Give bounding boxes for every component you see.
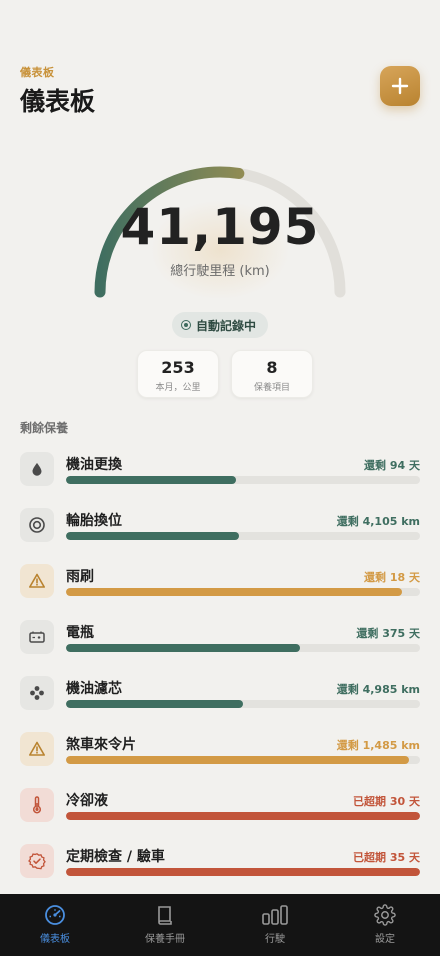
maintenance-name: 電瓶	[66, 625, 94, 641]
tab-trips[interactable]: 行駛	[220, 894, 330, 956]
maintenance-progress-track	[66, 700, 420, 708]
gear-icon	[374, 904, 396, 926]
maintenance-progress-track	[66, 476, 420, 484]
maintenance-name: 冷卻液	[66, 793, 108, 809]
tab-manual[interactable]: 保養手冊	[110, 894, 220, 956]
badge-check-icon	[20, 844, 54, 878]
page-header: 儀表板 儀表板	[20, 64, 420, 116]
odometer-label: 總行駛里程 (km)	[170, 264, 270, 279]
maintenance-remaining: 已超期 30 天	[353, 795, 420, 808]
stat-value: 8	[266, 358, 278, 377]
maintenance-remaining: 還剩 375 天	[356, 627, 420, 640]
maintenance-name: 機油濾芯	[66, 681, 122, 697]
maintenance-progress-track	[66, 756, 420, 764]
stat-monthly-km: 253 本月，公里	[137, 350, 219, 398]
maintenance-progress-fill	[66, 588, 403, 596]
tab-settings[interactable]: 設定	[330, 894, 440, 956]
thermometer-icon	[20, 788, 54, 822]
maintenance-progress-track	[66, 588, 420, 596]
odometer-gauge: 41,195 總行駛里程 (km)	[0, 150, 440, 310]
maintenance-row[interactable]: 機油更換 還剩 94 天	[20, 452, 420, 492]
maintenance-name: 定期檢查 / 驗車	[66, 849, 165, 865]
page-title: 儀表板	[20, 87, 96, 116]
odometer-value: 41,195	[120, 198, 320, 256]
maintenance-name: 煞車來令片	[66, 737, 136, 753]
maintenance-progress-track	[66, 868, 420, 876]
speedometer-icon	[45, 905, 65, 925]
maintenance-remaining: 已超期 35 天	[353, 851, 420, 864]
section-title: 剩餘保養	[20, 421, 69, 435]
maintenance-progress-track	[66, 644, 420, 652]
maintenance-remaining: 還剩 1,485 km	[336, 739, 420, 752]
tab-label: 儀表板	[40, 934, 70, 945]
stat-label: 本月，公里	[155, 383, 201, 393]
maintenance-name: 機油更換	[66, 457, 122, 473]
book-icon	[158, 906, 172, 925]
maintenance-progress-fill	[66, 476, 236, 484]
maintenance-remaining: 還剩 4,105 km	[336, 515, 420, 528]
maintenance-remaining: 還剩 18 天	[364, 571, 420, 584]
maintenance-row[interactable]: 煞車來令片 還剩 1,485 km	[20, 732, 420, 772]
maintenance-name: 雨刷	[66, 569, 94, 585]
auto-record-label: 自動記錄中	[196, 318, 257, 333]
warning-icon	[20, 564, 54, 598]
maintenance-progress-fill	[66, 868, 420, 876]
maintenance-row[interactable]: 冷卻液 已超期 30 天	[20, 788, 420, 828]
maintenance-remaining: 還剩 4,985 km	[336, 683, 420, 696]
warning-icon	[20, 732, 54, 766]
add-button[interactable]	[380, 66, 420, 106]
maintenance-progress-track	[66, 532, 420, 540]
maintenance-progress-track	[66, 812, 420, 820]
maintenance-row[interactable]: 輪胎換位 還剩 4,105 km	[20, 508, 420, 548]
tire-icon	[20, 508, 54, 542]
battery-icon	[20, 620, 54, 654]
auto-record-badge[interactable]: 自動記錄中	[172, 312, 268, 338]
tab-bar: 儀表板 保養手冊 行駛 設定	[0, 894, 440, 956]
maintenance-remaining: 還剩 94 天	[364, 459, 420, 472]
plus-icon	[391, 77, 409, 95]
tab-label: 行駛	[265, 934, 285, 945]
maintenance-progress-fill	[66, 700, 243, 708]
tab-dashboard[interactable]: 儀表板	[0, 894, 110, 956]
stat-maintenance-items: 8 保養項目	[231, 350, 313, 398]
maintenance-progress-fill	[66, 532, 240, 540]
tab-label: 保養手冊	[145, 934, 185, 945]
record-dot-icon	[181, 320, 191, 330]
tab-label: 設定	[375, 934, 395, 945]
maintenance-progress-fill	[66, 644, 300, 652]
stat-label: 保養項目	[253, 383, 290, 393]
stat-value: 253	[161, 358, 195, 377]
maintenance-row[interactable]: 機油濾芯 還剩 4,985 km	[20, 676, 420, 716]
maintenance-progress-fill	[66, 812, 420, 820]
filter-icon	[20, 676, 54, 710]
maintenance-row[interactable]: 電瓶 還剩 375 天	[20, 620, 420, 660]
maintenance-row[interactable]: 雨刷 還剩 18 天	[20, 564, 420, 604]
maintenance-row[interactable]: 定期檢查 / 驗車 已超期 35 天	[20, 844, 420, 884]
maintenance-progress-fill	[66, 756, 410, 764]
droplet-icon	[20, 452, 54, 486]
bar-chart-icon	[262, 905, 288, 925]
maintenance-name: 輪胎換位	[66, 513, 122, 529]
page-eyebrow: 儀表板	[20, 66, 55, 79]
